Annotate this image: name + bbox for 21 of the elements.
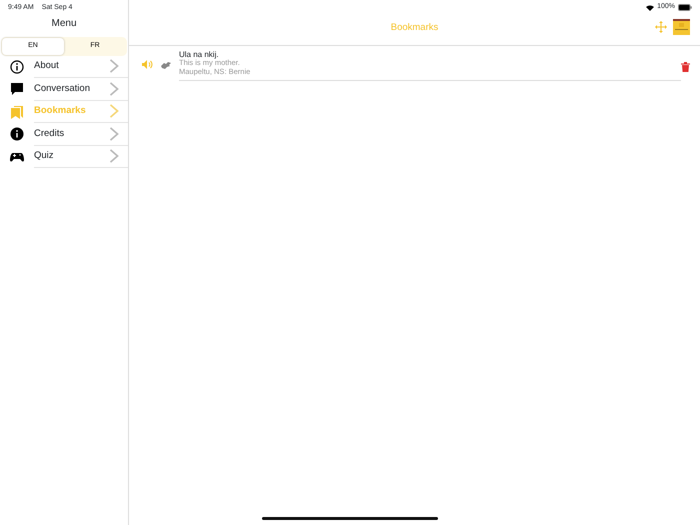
menu-item[interactable]: Conversation [34, 78, 128, 100]
chevron-icon [107, 126, 121, 141]
wifi-icon [646, 4, 654, 10]
flag-thumbnail[interactable] [673, 19, 690, 35]
chevron-icon [107, 104, 121, 118]
page-title: Bookmarks [390, 21, 438, 36]
chevron-icon [107, 149, 121, 164]
bookmarks-icon [10, 104, 24, 119]
phrase-text: Ula na nkij. [179, 50, 220, 60]
menu-item[interactable]: Quiz [34, 146, 128, 168]
chevron-icon [107, 82, 121, 96]
info-icon [10, 60, 24, 74]
menu-title: Menu [50, 17, 78, 31]
battery-icon [678, 4, 692, 11]
map-icon [161, 60, 171, 68]
chevron-icon [107, 59, 121, 74]
speech-bubble-icon [10, 82, 24, 96]
menu-item[interactable]: Credits [34, 123, 128, 146]
menu-item[interactable]: About [34, 56, 128, 78]
trash-icon[interactable] [681, 62, 690, 72]
info-icon [10, 127, 24, 142]
